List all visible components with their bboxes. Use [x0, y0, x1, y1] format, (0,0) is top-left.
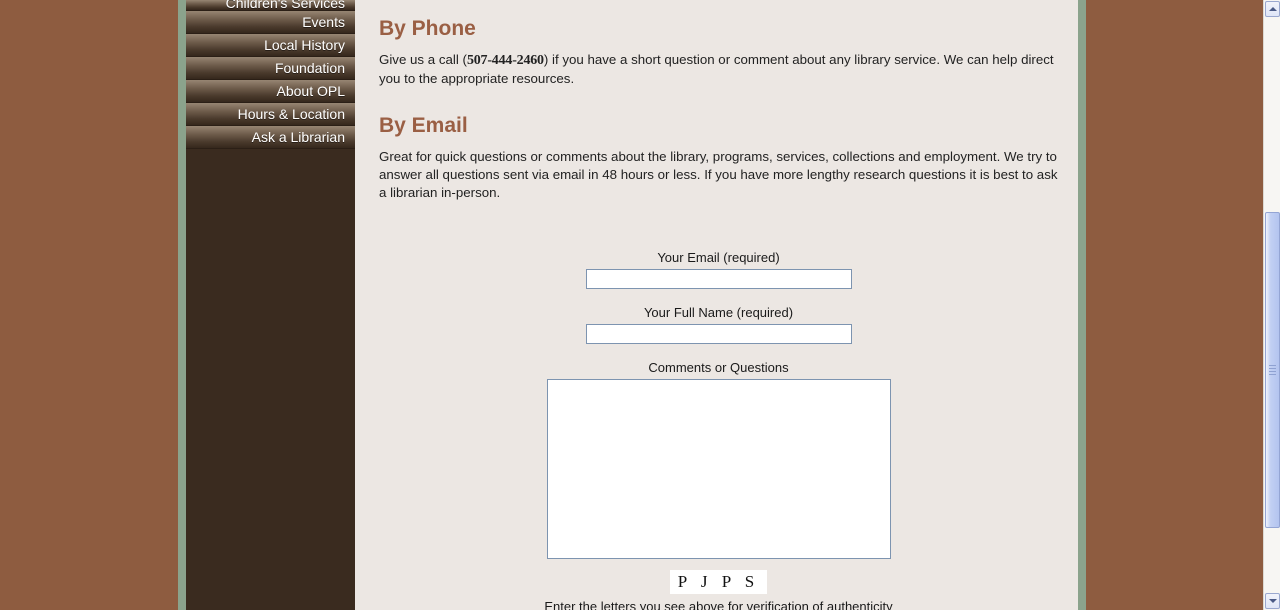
sidebar-item-label: Foundation	[274, 60, 345, 76]
by-email-paragraph: Great for quick questions or comments ab…	[379, 149, 1058, 200]
email-field-label: Your Email (required)	[657, 250, 780, 265]
sidebar-item-hours-location[interactable]: Hours & Location	[186, 103, 355, 126]
sidebar-navigation: Children's Services Events Local History…	[186, 0, 355, 610]
chevron-up-icon	[1268, 7, 1277, 11]
library-phone-number: 507-444-2460	[466, 53, 544, 68]
captcha-image: P J P S	[669, 570, 768, 594]
sidebar-item-label: About OPL	[276, 83, 346, 99]
phone-text-before: Give us a call (	[379, 52, 467, 67]
chevron-down-icon	[1268, 599, 1277, 603]
sidebar-item-label: Hours & Location	[237, 106, 345, 122]
sidebar-item-childrens-services[interactable]: Children's Services	[186, 0, 355, 11]
scroll-down-button[interactable]	[1265, 593, 1280, 609]
vertical-scrollbar[interactable]	[1263, 0, 1280, 610]
by-phone-paragraph: Give us a call (507-444-2460) if you hav…	[379, 51, 1058, 88]
ask-a-librarian-form: Your Email (required) Your Full Name (re…	[379, 250, 1058, 610]
comments-textarea[interactable]	[546, 379, 891, 559]
by-phone-heading: By Phone	[379, 17, 476, 40]
scrollbar-thumb[interactable]	[1265, 212, 1280, 528]
right-accent-stripe	[1078, 0, 1086, 610]
scroll-up-button[interactable]	[1265, 1, 1280, 17]
browser-page: Children's Services Events Local History…	[0, 0, 1280, 610]
comments-field-label: Comments or Questions	[648, 360, 789, 375]
email-field-group: Your Email (required)	[379, 250, 1058, 289]
left-accent-stripe	[178, 0, 186, 610]
sidebar-item-label: Ask a Librarian	[251, 129, 345, 145]
scrollbar-grip-icon	[1269, 365, 1276, 375]
page-viewport: Children's Services Events Local History…	[0, 0, 1263, 610]
fullname-field-label: Your Full Name (required)	[643, 305, 794, 320]
sidebar-item-local-history[interactable]: Local History	[186, 34, 355, 57]
captcha-group: P J P S Enter the letters you see above …	[379, 570, 1058, 610]
main-content: By Phone Give us a call (507-444-2460) i…	[355, 0, 1078, 610]
fullname-input[interactable]	[585, 324, 852, 344]
sidebar-item-ask-a-librarian[interactable]: Ask a Librarian	[186, 126, 355, 149]
comments-field-group: Comments or Questions	[379, 360, 1058, 559]
sidebar-item-label: Events	[302, 14, 345, 30]
sidebar-item-events[interactable]: Events	[186, 11, 355, 34]
captcha-instruction: Enter the letters you see above for veri…	[544, 599, 893, 610]
sidebar-item-foundation[interactable]: Foundation	[186, 57, 355, 80]
email-input[interactable]	[585, 269, 852, 289]
by-email-heading: By Email	[379, 114, 468, 137]
fullname-field-group: Your Full Name (required)	[379, 305, 1058, 344]
sidebar-item-about-opl[interactable]: About OPL	[186, 80, 355, 103]
sidebar-item-label: Children's Services	[225, 0, 345, 11]
site-container: Children's Services Events Local History…	[178, 0, 1086, 610]
sidebar-item-label: Local History	[264, 37, 345, 53]
